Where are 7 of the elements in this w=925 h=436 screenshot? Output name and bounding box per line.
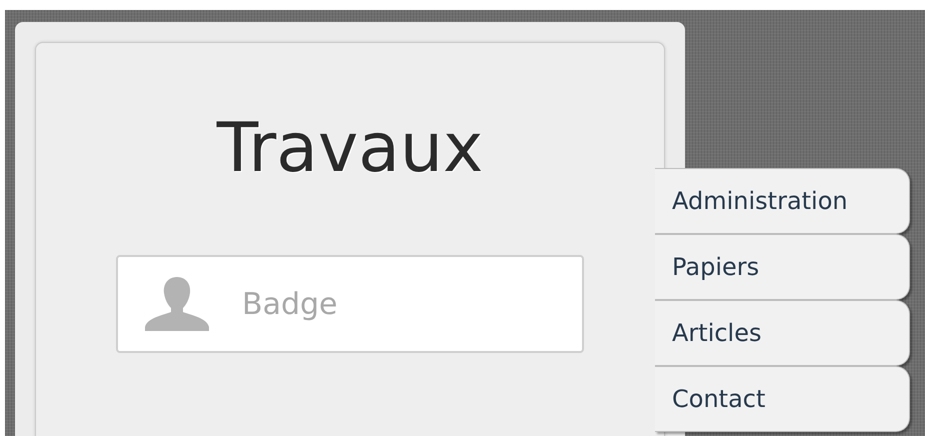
nav-tab[interactable]: Contact bbox=[655, 366, 910, 432]
nav-tab[interactable]: Administration bbox=[655, 168, 910, 234]
page-title: Travaux bbox=[216, 115, 484, 183]
user-icon bbox=[144, 275, 210, 333]
nav-tab[interactable]: Papiers bbox=[655, 234, 910, 300]
nav-tab[interactable]: Articles bbox=[655, 300, 910, 366]
badge-field[interactable]: Badge bbox=[240, 286, 544, 322]
